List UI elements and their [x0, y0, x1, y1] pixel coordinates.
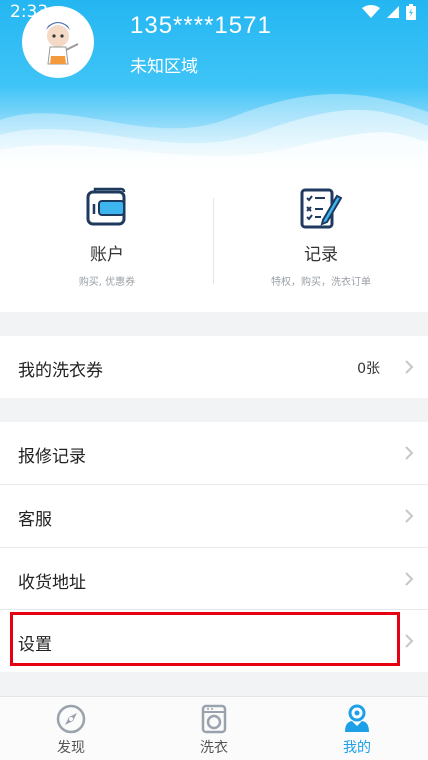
battery-icon	[406, 4, 416, 20]
records-title: 记录	[304, 245, 338, 265]
status-bar: 2:33	[0, 0, 428, 24]
wallet-icon	[85, 186, 129, 230]
shipping-address-row[interactable]: 收货地址	[0, 548, 428, 610]
records-subtitle: 特权，购买，洗衣订单	[271, 277, 371, 288]
tab-laundry-label: 洗衣	[200, 740, 228, 756]
coupon-label: 我的洗衣券	[18, 361, 103, 381]
shortcut-panel: 账户 购买, 优惠券 记录 特权，购买，洗衣订单	[0, 172, 428, 312]
tab-discover[interactable]: 发现	[0, 697, 142, 760]
settings-highlight-box	[10, 612, 400, 666]
tab-laundry[interactable]: 洗衣	[143, 697, 285, 760]
repair-records-label: 报修记录	[18, 447, 86, 467]
washer-icon	[198, 703, 230, 735]
chevron-right-icon	[405, 634, 414, 648]
bottom-tab-bar: 发现 洗衣 我的	[0, 696, 428, 760]
tab-mine[interactable]: 我的	[286, 697, 428, 760]
chevron-right-icon	[405, 509, 414, 523]
tab-mine-label: 我的	[343, 740, 371, 756]
checklist-icon	[299, 186, 343, 230]
coupon-row[interactable]: 我的洗衣券 0张	[0, 336, 428, 398]
account-title: 账户	[90, 245, 124, 265]
chevron-right-icon	[405, 446, 414, 460]
discover-icon	[55, 703, 87, 735]
customer-service-row[interactable]: 客服	[0, 485, 428, 547]
chevron-right-icon	[405, 360, 414, 374]
repair-records-row[interactable]: 报修记录	[0, 422, 428, 484]
shipping-address-label: 收货地址	[18, 573, 86, 593]
coupon-count: 0张	[357, 361, 380, 377]
account-shortcut[interactable]: 账户 购买, 优惠券	[0, 186, 214, 288]
account-subtitle: 购买, 优惠券	[78, 277, 136, 288]
records-shortcut[interactable]: 记录 特权，购买，洗衣订单	[214, 186, 428, 288]
tab-discover-label: 发现	[57, 740, 85, 756]
profile-header: 135****1571 未知区域	[0, 0, 428, 172]
customer-service-label: 客服	[18, 510, 52, 530]
chevron-right-icon	[405, 572, 414, 586]
wifi-icon	[362, 5, 380, 18]
cellular-signal-icon	[387, 6, 399, 18]
region-label: 未知区域	[130, 57, 198, 77]
profile-icon	[341, 703, 373, 735]
status-time: 2:33	[10, 2, 49, 22]
